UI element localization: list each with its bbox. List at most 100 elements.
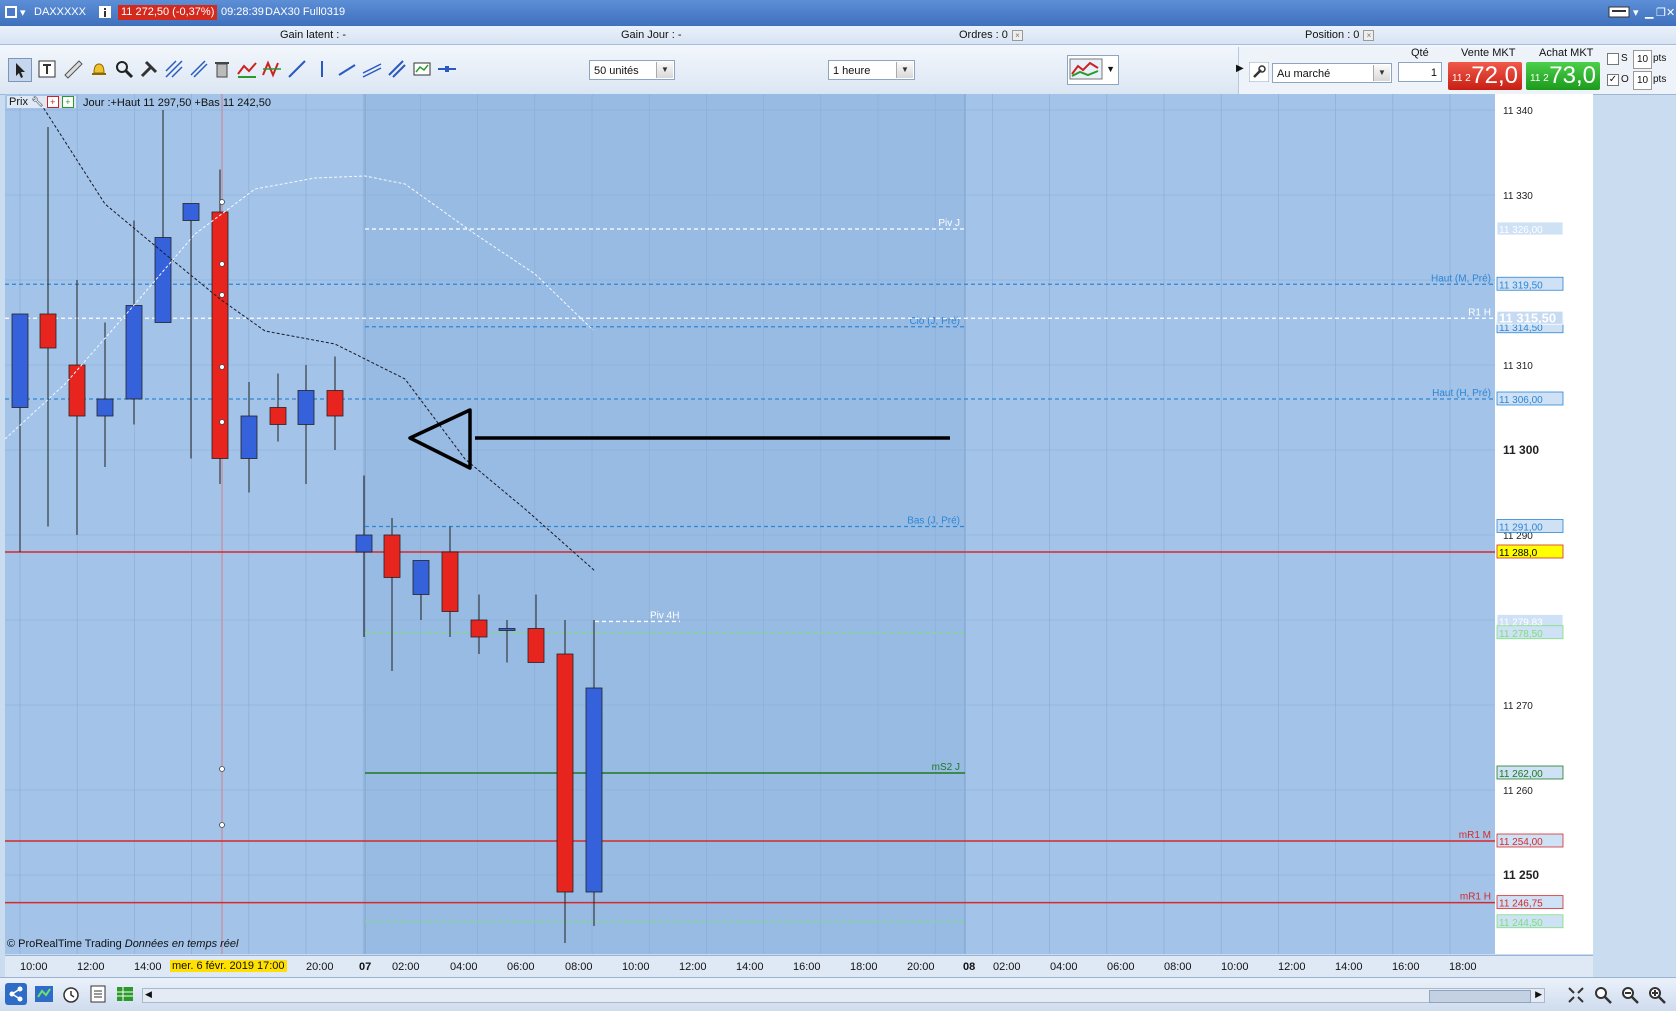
multi-line-tool-icon[interactable] — [361, 58, 383, 80]
units-select-value: 50 unités — [594, 65, 639, 77]
y-tick-label: 11 340 — [1503, 106, 1533, 117]
x-axis-label: 06:00 — [1107, 961, 1135, 973]
candle-body — [556, 653, 574, 893]
close-icon[interactable]: ✕ — [1666, 6, 1675, 19]
level-label: Haut (M, Pré) — [1431, 273, 1491, 284]
remove-indicator-icon[interactable]: + — [46, 96, 59, 108]
restore-icon[interactable]: ❐ — [1656, 6, 1666, 19]
orders-close-icon[interactable]: × — [1011, 29, 1023, 41]
fibonacci-tool-icon[interactable] — [163, 58, 185, 80]
dropdown-icon[interactable]: ▾ — [20, 6, 26, 19]
trendline-tool-icon[interactable] — [286, 58, 308, 80]
tools-icon[interactable] — [138, 58, 160, 80]
level-label: mS2 J — [932, 762, 960, 773]
fit-to-screen-icon[interactable] — [1566, 985, 1586, 1005]
daily-high-low-info: Jour :+Haut 11 297,50 +Bas 11 242,50 — [83, 97, 271, 109]
candle-body — [355, 534, 373, 553]
alarm-icon[interactable] — [60, 983, 82, 1005]
orders-count: Ordres : 0 — [959, 29, 1008, 41]
ruler-tool-icon[interactable] — [62, 58, 84, 80]
candle-body — [39, 313, 57, 349]
objective-checkbox[interactable]: ✓ — [1607, 74, 1619, 86]
selection-handle — [219, 766, 225, 772]
wrench-icon[interactable] — [1249, 62, 1269, 82]
position-count: Position : 0 — [1305, 29, 1360, 41]
x-axis-label: 12:00 — [1278, 961, 1306, 973]
units-select[interactable]: 50 unités ▼ — [589, 60, 675, 80]
sell-market-button[interactable]: 11 2 72,0 — [1448, 62, 1522, 90]
parallel-lines-tool-icon[interactable] — [386, 58, 408, 80]
position-close-icon[interactable]: × — [1363, 29, 1375, 41]
table-icon[interactable] — [114, 983, 136, 1005]
stop-checkbox[interactable] — [1607, 53, 1619, 65]
level-price: 11 288,0 — [1499, 548, 1538, 559]
menu-icon[interactable]: ▾ — [1633, 6, 1639, 19]
candle-body — [383, 534, 401, 578]
level-price: 11 254,00 — [1499, 837, 1543, 848]
vertical-line-tool-icon[interactable] — [311, 58, 333, 80]
indicator-tool-icon[interactable] — [236, 58, 258, 80]
vendor-label: © ProRealTime Trading — [7, 938, 122, 950]
stop-input[interactable]: 10 — [1633, 50, 1652, 69]
chart-type-button[interactable]: ▼ — [1067, 55, 1119, 85]
level-price: 11 319,50 — [1499, 280, 1543, 291]
candle-body — [11, 313, 29, 408]
level-price: 11 278,50 — [1499, 629, 1543, 640]
level-price: 11 291,00 — [1499, 523, 1543, 534]
candle-body — [125, 305, 143, 400]
zoom-reset-icon[interactable] — [1593, 985, 1613, 1005]
sell-label: Vente MKT — [1461, 47, 1516, 59]
price-chart[interactable]: 11 34011 33011 32011 31011 30011 29011 2… — [5, 94, 1593, 954]
x-axis-label: 08 — [963, 961, 976, 973]
scroll-left-icon[interactable]: ◀ — [145, 989, 152, 1000]
level-label: Piv 4H — [650, 610, 679, 621]
keyboard-icon[interactable] — [1608, 5, 1630, 19]
wrench-icon[interactable]: 🔧︎ — [31, 97, 44, 108]
zoom-in-icon[interactable] — [1647, 985, 1667, 1005]
zoom-tool-icon[interactable] — [113, 58, 135, 80]
x-axis-label: 10:00 — [622, 961, 650, 973]
candlestick-chart[interactable]: 11 34011 33011 32011 31011 30011 29011 2… — [5, 94, 1593, 954]
channel-tool-icon[interactable] — [188, 58, 210, 80]
scroll-right-icon[interactable]: ▶ — [1535, 989, 1542, 1000]
y-tick-label: 11 310 — [1503, 361, 1533, 372]
date-axis: 10:00 12:00 14:00 mer. 6 févr. 2019 17:00 20… — [5, 955, 1593, 977]
zoom-out-icon[interactable] — [1620, 985, 1640, 1005]
delete-tool-icon[interactable] — [211, 58, 233, 80]
alert-bell-icon[interactable] — [88, 58, 110, 80]
scrollbar-thumb[interactable] — [1429, 990, 1531, 1003]
level-price: 11 306,00 — [1499, 395, 1543, 406]
cursor-tool-icon[interactable] — [8, 58, 32, 82]
x-axis-label: 08:00 — [1164, 961, 1192, 973]
account-info-bar: Gain latent : - Gain Jour : - Ordres : 0… — [0, 26, 1676, 45]
objective-input[interactable]: 10 — [1633, 71, 1652, 90]
order-type-select[interactable]: Au marché ▼ — [1272, 63, 1392, 83]
info-icon[interactable] — [98, 5, 112, 19]
candle-body — [527, 628, 545, 663]
collapse-arrow-icon[interactable]: ▶ — [1236, 63, 1244, 74]
chart-settings-tool-icon[interactable] — [411, 58, 433, 80]
sell-price-prefix: 11 2 — [1452, 73, 1471, 84]
ray-tool-icon[interactable] — [336, 58, 358, 80]
level-label: Haut (H, Pré) — [1432, 388, 1491, 399]
candle-body — [470, 619, 488, 638]
x-axis-label: 04:00 — [1050, 961, 1078, 973]
screener-icon[interactable] — [33, 983, 55, 1005]
add-indicator-icon[interactable]: + — [61, 96, 74, 108]
clock: 09:28:39 — [221, 6, 264, 18]
candle-body — [182, 203, 200, 221]
horizontal-scrollbar[interactable]: ◀ ▶ — [142, 988, 1545, 1003]
buy-market-button[interactable]: 11 2 73,0 — [1526, 62, 1600, 90]
minimize-icon[interactable]: ▁ — [1645, 6, 1653, 19]
share-icon[interactable] — [5, 983, 27, 1005]
level-price: 11 315,50 — [1499, 310, 1556, 325]
candle-body — [96, 398, 114, 417]
list-icon[interactable] — [87, 983, 109, 1005]
instrument-name[interactable]: DAXXXXX — [34, 6, 86, 18]
horizontal-line-tool-icon[interactable] — [436, 58, 458, 80]
qty-input[interactable]: 1 — [1398, 62, 1442, 82]
text-tool-icon[interactable] — [36, 58, 58, 80]
pattern-tool-icon[interactable] — [261, 58, 283, 80]
timeframe-select[interactable]: 1 heure ▼ — [828, 60, 915, 80]
price-badge: 11 272,50 (-0,37%) — [118, 5, 218, 20]
